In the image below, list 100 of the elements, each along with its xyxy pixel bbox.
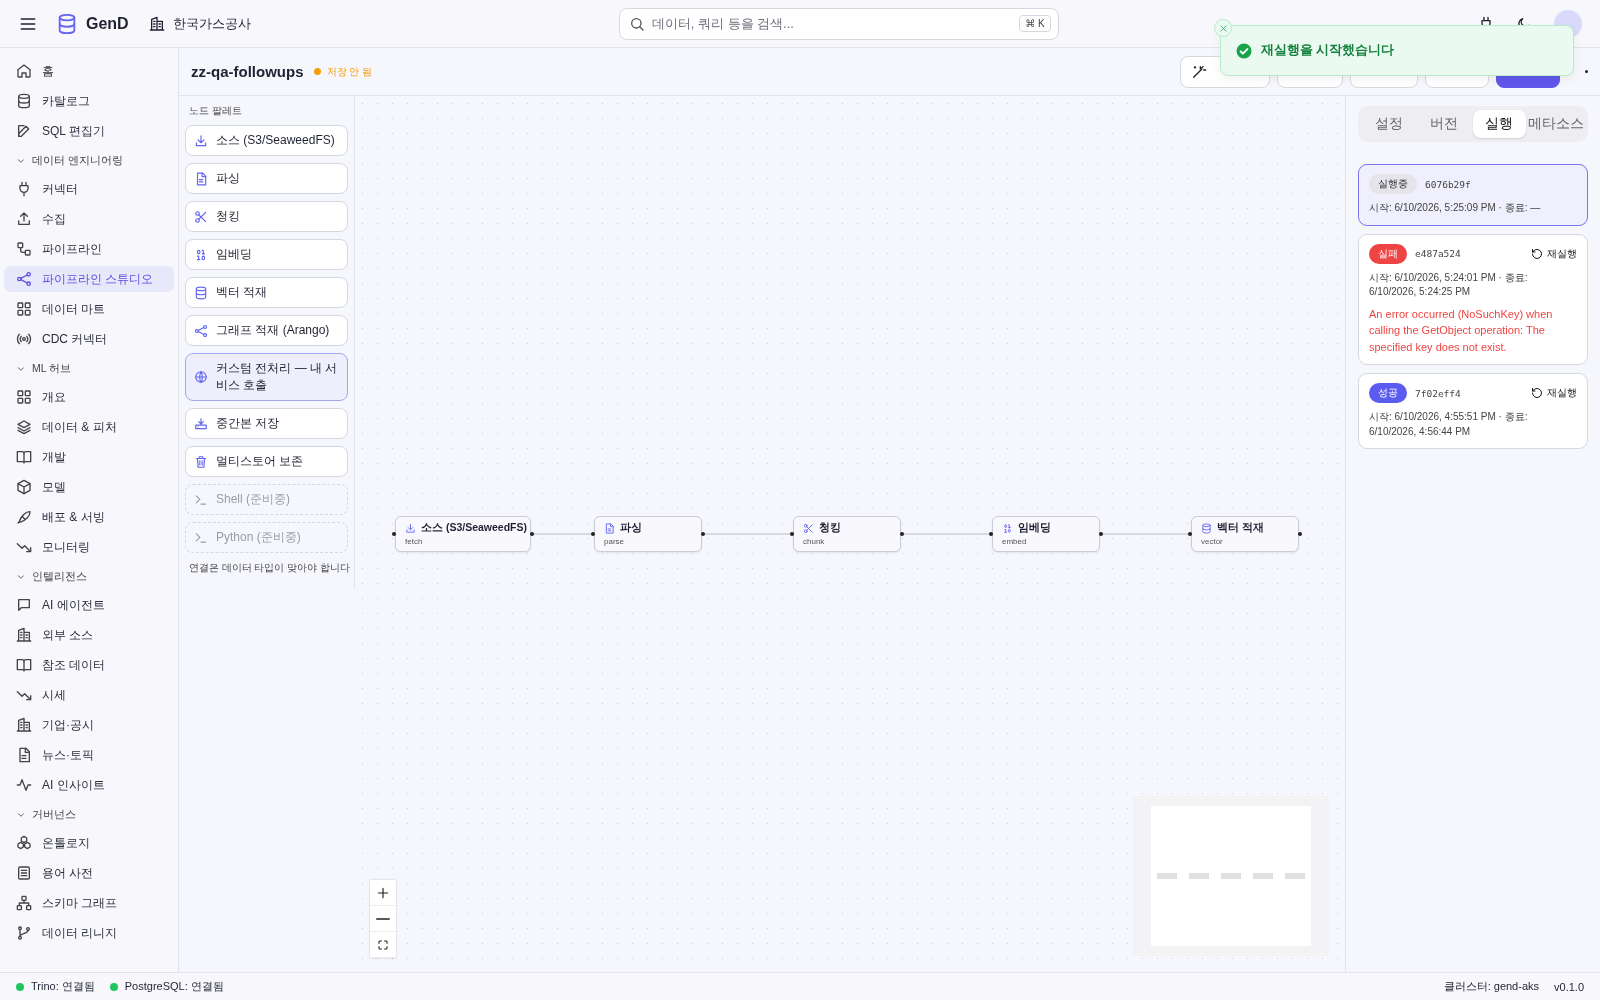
panel-tab[interactable]: 설정 [1362, 110, 1416, 138]
edit-icon [16, 123, 32, 139]
chevron-icon [16, 364, 26, 374]
nav-item[interactable]: 외부 소스 [4, 622, 174, 648]
status-badge: 실행중 [1369, 174, 1417, 194]
run-card[interactable]: 실패 e487a524 재실행 시작: 6/10/2026, 5:24:01 PM · 종료: 6/10/2026, 5:24:25 PM An error occurred (NoSuchKey) when calling the GetObject operation: The specified key does not exist. [1358, 233, 1588, 365]
section-header[interactable]: 데이터 엔지니어링 [4, 150, 174, 172]
run-card[interactable]: 실행중 6076b29f 시작: 6/10/2026, 5:25:09 PM · 종료: — [1358, 164, 1588, 226]
node-handle[interactable] [530, 532, 534, 536]
node-handle[interactable] [591, 532, 595, 536]
more-icon[interactable] [1585, 70, 1588, 73]
palette-item[interactable]: 그래프 적재 (Arango) [185, 315, 348, 346]
nav-item[interactable]: 데이터 마트 [4, 296, 174, 322]
pipeline-node[interactable]: 임베딩 embed [992, 516, 1100, 552]
connection-status: Trino: 연결됨 [31, 979, 95, 994]
node-handle[interactable] [900, 532, 904, 536]
scissors-icon [803, 522, 814, 534]
grid-icon [16, 301, 32, 317]
nav-item[interactable]: 용어 사전 [4, 860, 174, 886]
palette-item[interactable]: 파싱 [185, 163, 348, 194]
node-handle[interactable] [1298, 532, 1302, 536]
nav-item[interactable]: AI 에이전트 [4, 592, 174, 618]
cluster-name: 클러스터: gend-aks [1443, 979, 1540, 994]
node-handle[interactable] [392, 532, 396, 536]
node-handle[interactable] [989, 532, 993, 536]
nav-item[interactable]: 커넥터 [4, 176, 174, 202]
nav-item[interactable]: 모니터링 [4, 534, 174, 560]
minimap-node [1157, 873, 1177, 879]
nav-item[interactable]: 온톨로지 [4, 830, 174, 856]
node-type: embed [1002, 537, 1028, 546]
document-icon [194, 171, 208, 186]
house-icon [16, 63, 32, 79]
pipeline-node[interactable]: 벡터 적재 vector [1191, 516, 1299, 552]
zoom-out-button[interactable] [370, 906, 396, 932]
download-icon [194, 133, 208, 148]
document-icon [604, 522, 615, 534]
nav-item[interactable]: 카탈로그 [4, 88, 174, 114]
pipeline-node[interactable]: 소스 (S3/SeaweedFS) fetch [395, 516, 531, 552]
node-handle[interactable] [1099, 532, 1103, 536]
panel-tab[interactable]: 실행 [1472, 110, 1526, 138]
run-time: 시작: 6/10/2026, 5:25:09 PM · 종료: — [1369, 201, 1542, 215]
document-icon [16, 747, 32, 763]
building-icon [148, 15, 165, 32]
trash-icon [194, 454, 208, 469]
building-icon [16, 627, 32, 643]
nav-item[interactable]: 뉴스·토픽 [4, 742, 174, 768]
pipeline-node[interactable]: 파싱 parse [594, 516, 702, 552]
nav-item[interactable]: AI 인사이트 [4, 772, 174, 798]
node-title: 벡터 적재 [1217, 521, 1264, 535]
organization-name[interactable]: 한국가스공사 [172, 14, 251, 33]
database-icon [1201, 522, 1212, 534]
nav-item[interactable]: 파이프라인 [4, 236, 174, 262]
panel-tab[interactable]: 버전 [1417, 110, 1471, 138]
retry-button[interactable]: 재실행 [1531, 386, 1577, 400]
palette-item[interactable]: 청킹 [185, 201, 348, 232]
section-header[interactable]: 거버넌스 [4, 804, 174, 826]
nav-item[interactable]: 홈 [4, 58, 174, 84]
palette-item[interactable]: 멀티스토어 보존 [185, 446, 348, 477]
app-version: v0.1.0 [1554, 980, 1584, 993]
node-handle[interactable] [790, 532, 794, 536]
nav-item[interactable]: 참조 데이터 [4, 652, 174, 678]
workflow-icon [16, 241, 32, 257]
nav-item[interactable]: 모델 [4, 474, 174, 500]
palette-item[interactable]: 소스 (S3/SeaweedFS) [185, 125, 348, 156]
chevron-icon [16, 810, 26, 820]
retry-button[interactable]: 재실행 [1531, 246, 1577, 261]
error-message: An error occurred (NoSuchKey) when calling the GetObject operation: The specified key does not exist. [1369, 306, 1554, 355]
nav-item[interactable]: 데이터 & 피처 [4, 414, 174, 440]
pipeline-node[interactable]: 청킹 chunk [793, 516, 901, 552]
node-handle[interactable] [701, 532, 705, 536]
run-card[interactable]: 성공 7f02eff4 재실행 시작: 6/10/2026, 4:55:51 PM · 종료: 6/10/2026, 4:56:44 PM [1358, 373, 1588, 449]
nav-item[interactable]: 스키마 그래프 [4, 890, 174, 916]
zoom-in-button[interactable] [370, 880, 396, 906]
nav-item[interactable]: SQL 편집기 [4, 118, 174, 144]
nav-item[interactable]: 파이프라인 스튜디오 [4, 266, 174, 292]
palette-item[interactable]: 임베딩 [185, 239, 348, 270]
nav-item[interactable]: 개발 [4, 444, 174, 470]
palette-item[interactable]: 커스텀 전처리 — 내 서비스 호출 [185, 353, 348, 401]
nav-item[interactable]: 데이터 리니지 [4, 920, 174, 946]
minimap-node [1189, 873, 1209, 879]
section-header[interactable]: 인텔리전스 [4, 566, 174, 588]
nodes-icon [16, 271, 32, 287]
run-time: 시작: 6/10/2026, 5:24:01 PM · 종료: 6/10/2026, 5:24:25 PM [1369, 270, 1529, 299]
nav-item[interactable]: 시세 [4, 682, 174, 708]
node-handle[interactable] [1188, 532, 1192, 536]
minimap-node [1221, 873, 1241, 879]
palette-item[interactable]: 벡터 적재 [185, 277, 348, 308]
nav-item[interactable]: 기업·공시 [4, 712, 174, 738]
section-header[interactable]: ML 허브 [4, 358, 174, 380]
nav-item[interactable]: 개요 [4, 384, 174, 410]
panel-tab[interactable]: 메타소스 [1528, 110, 1584, 138]
fit-view-button[interactable] [370, 932, 396, 958]
nav-item[interactable]: 수집 [4, 206, 174, 232]
check-circle-icon [1235, 41, 1253, 60]
nav-item[interactable]: CDC 커넥터 [4, 326, 174, 352]
run-id: 7f02eff4 [1415, 387, 1461, 399]
scissors-icon [194, 209, 208, 224]
nav-item[interactable]: 배포 & 서빙 [4, 504, 174, 530]
palette-item[interactable]: 중간본 저장 [185, 408, 348, 439]
node-type: chunk [803, 537, 826, 546]
